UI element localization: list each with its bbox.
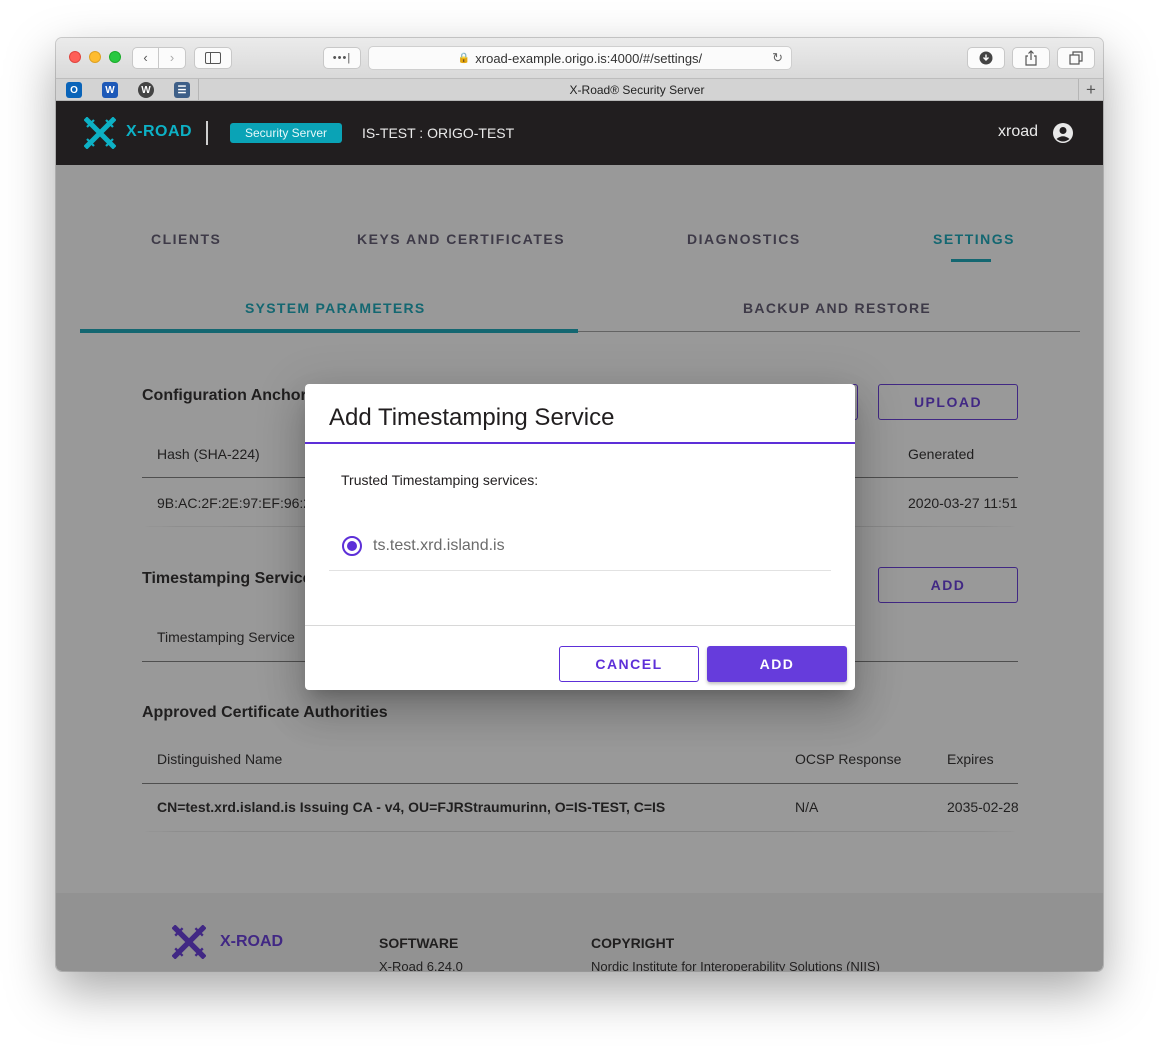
minimize-window-button[interactable] <box>89 51 101 63</box>
dialog-title-divider <box>305 442 855 444</box>
app-header: X-ROAD Security Server IS-TEST : ORIGO-T… <box>56 101 1103 165</box>
share-icon <box>1025 50 1037 66</box>
sidebar-icon <box>205 52 221 64</box>
server-instance: IS-TEST : ORIGO-TEST <box>362 125 515 141</box>
lock-icon: 🔒 <box>457 52 471 64</box>
favorites-bar: O W W ☰ X-Road® Security Server + <box>56 78 1103 101</box>
timestamping-option-label[interactable]: ts.test.xrd.island.is <box>373 537 505 555</box>
option-divider <box>329 570 831 571</box>
browser-window: ‹ › •••| 🔒 xroad-example.origo.is:4000/#… <box>56 38 1103 971</box>
radio-selected-icon[interactable] <box>342 536 362 556</box>
sidebar-toggle-button[interactable] <box>194 47 232 69</box>
user-account-icon[interactable] <box>1052 122 1074 144</box>
address-bar[interactable]: 🔒 xroad-example.origo.is:4000/#/settings… <box>368 46 792 70</box>
add-timestamping-dialog: Add Timestamping Service Trusted Timesta… <box>305 384 855 690</box>
word-favorite-icon[interactable]: W <box>102 82 118 98</box>
cancel-button[interactable]: CANCEL <box>559 646 699 682</box>
dialog-title: Add Timestamping Service <box>329 404 615 431</box>
tabs-icon <box>1069 51 1083 65</box>
share-button[interactable] <box>1012 47 1050 69</box>
dialog-label: Trusted Timestamping services: <box>341 472 539 488</box>
xroad-logo-icon[interactable] <box>84 117 116 149</box>
nav-buttons: ‹ › <box>132 47 186 69</box>
dialog-actions-divider <box>305 625 855 626</box>
show-tabs-button[interactable] <box>1057 47 1095 69</box>
close-window-button[interactable] <box>69 51 81 63</box>
reload-icon[interactable]: ↻ <box>772 50 783 66</box>
browser-tab[interactable]: X-Road® Security Server <box>199 79 1075 101</box>
logo-text: X-ROAD <box>126 123 193 140</box>
browser-toolbar: ‹ › •••| 🔒 xroad-example.origo.is:4000/#… <box>56 38 1103 78</box>
url-text: xroad-example.origo.is:4000/#/settings/ <box>475 50 703 66</box>
tasks-favorite-icon[interactable]: ☰ <box>174 82 190 98</box>
forward-icon[interactable]: › <box>159 48 185 68</box>
outlook-favorite-icon[interactable]: O <box>66 82 82 98</box>
page-content: X-ROAD Security Server IS-TEST : ORIGO-T… <box>56 101 1103 971</box>
extensions-button[interactable]: •••| <box>323 47 361 69</box>
add-button[interactable]: ADD <box>707 646 847 682</box>
downloads-button[interactable] <box>967 47 1005 69</box>
back-icon[interactable]: ‹ <box>133 48 160 68</box>
username[interactable]: xroad <box>998 123 1038 141</box>
workplace-favorite-icon[interactable]: W <box>138 82 154 98</box>
security-server-chip: Security Server <box>230 123 342 143</box>
new-tab-button[interactable]: + <box>1078 79 1103 101</box>
zoom-window-button[interactable] <box>109 51 121 63</box>
header-divider <box>206 121 208 145</box>
download-icon <box>979 51 993 65</box>
